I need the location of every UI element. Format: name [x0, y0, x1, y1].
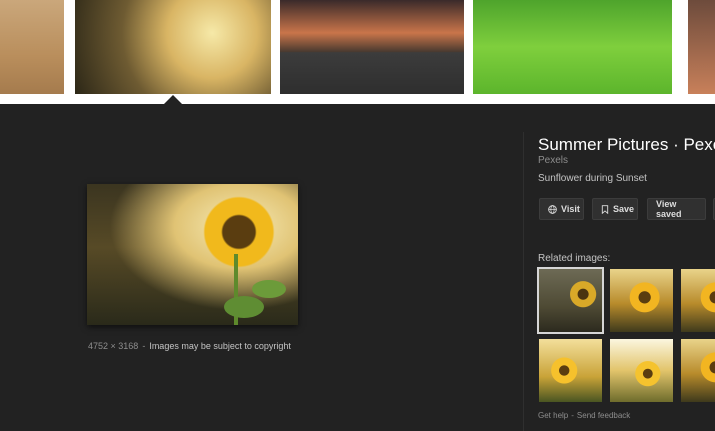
footer-separator: - — [571, 411, 574, 420]
result-thumbnail-robin[interactable] — [473, 0, 672, 94]
view-saved-label: View saved — [656, 199, 682, 219]
source-domain: Pexels — [538, 155, 569, 166]
result-thumbnail-beach[interactable] — [0, 0, 64, 94]
preview-image[interactable] — [87, 184, 298, 325]
footer-links: Get help - Send feedback — [538, 411, 630, 420]
save-button[interactable]: Save — [592, 198, 638, 220]
copyright-note: Images may be subject to copyright — [149, 341, 291, 351]
sunflower-leaf — [224, 296, 264, 318]
bookmark-icon — [601, 204, 609, 214]
result-thumbnail-road-sunset[interactable] — [280, 0, 464, 94]
get-help-link[interactable]: Get help — [538, 411, 568, 420]
panel-divider — [523, 132, 524, 431]
image-caption: Sunflower during Sunset — [538, 173, 647, 184]
related-images-label: Related images: — [538, 253, 611, 264]
visit-label: Visit — [561, 204, 580, 214]
results-thumbnail-strip — [0, 0, 715, 104]
result-thumbnail-partial[interactable] — [688, 0, 715, 94]
save-label: Save — [613, 204, 635, 214]
related-image-thumbnail[interactable] — [539, 339, 602, 402]
visit-button[interactable]: Visit — [539, 198, 584, 220]
related-image-thumbnail[interactable] — [537, 267, 604, 334]
globe-icon — [548, 204, 557, 214]
related-image-thumbnail[interactable] — [681, 339, 715, 402]
info-separator: - — [142, 341, 146, 351]
send-feedback-link[interactable]: Send feedback — [577, 411, 630, 420]
view-saved-button[interactable]: View saved — [647, 198, 706, 220]
image-info: 4752 × 3168- Images may be subject to cop… — [88, 341, 291, 351]
result-thumbnail-sunflower-selected[interactable] — [75, 0, 271, 94]
related-image-thumbnail[interactable] — [610, 339, 673, 402]
sunflower-leaf — [252, 280, 286, 298]
related-image-thumbnail[interactable] — [681, 269, 715, 332]
selection-pointer — [164, 95, 182, 104]
page-title[interactable]: Summer Pictures · Pexels — [538, 135, 715, 155]
image-dimensions: 4752 × 3168 — [88, 341, 139, 351]
related-image-thumbnail[interactable] — [610, 269, 673, 332]
